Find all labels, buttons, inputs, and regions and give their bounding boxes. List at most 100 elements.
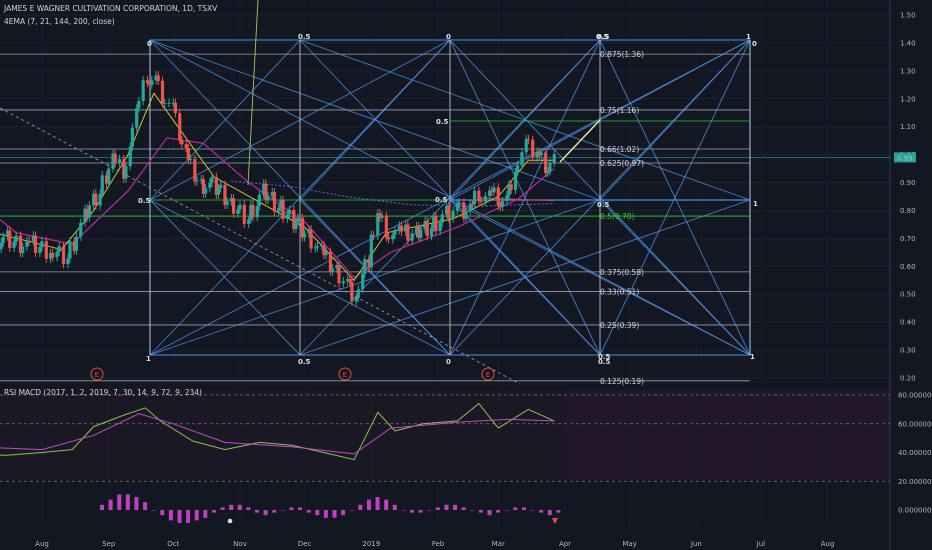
gann-label: 0 bbox=[446, 33, 451, 41]
y-tick-label: 0.20 bbox=[900, 375, 916, 383]
candle-body bbox=[51, 252, 55, 258]
macd-hist-bar bbox=[108, 499, 113, 510]
candle-body bbox=[386, 237, 391, 240]
candle-body bbox=[150, 80, 154, 85]
macd-hist-bar bbox=[237, 504, 242, 510]
gann-label: 0.5 bbox=[597, 33, 610, 41]
y-tick-label: 1.40 bbox=[900, 39, 916, 47]
macd-hist-bar bbox=[160, 510, 165, 516]
y-tick-label: 1.20 bbox=[900, 95, 916, 103]
gann-label: 0 bbox=[752, 40, 757, 48]
candle-body bbox=[94, 193, 98, 206]
macd-hist-bar bbox=[280, 510, 285, 511]
candle-body bbox=[184, 144, 188, 148]
x-tick-label: Feb bbox=[432, 540, 445, 548]
candle-body bbox=[455, 203, 459, 211]
price-chart[interactable]: 00.5 0 0.5 101 0.5 0 0.510.50.50.5 10.50.50.5 0… bbox=[0, 0, 932, 550]
macd-hist-bar bbox=[478, 510, 483, 513]
macd-hist-bar bbox=[384, 499, 389, 510]
candle-body bbox=[546, 171, 550, 174]
last-price-label: 0.99 bbox=[897, 154, 913, 162]
candle-body bbox=[500, 201, 505, 207]
y-tick-label: 0.80 bbox=[900, 207, 916, 215]
macd-hist-bar bbox=[220, 507, 225, 510]
macd-hist-bar bbox=[461, 507, 466, 510]
candle-body bbox=[163, 103, 167, 105]
candle-body bbox=[438, 222, 442, 232]
y-tick-label: 0.40 bbox=[900, 319, 916, 327]
macd-hist-bar bbox=[194, 510, 199, 521]
candle-body bbox=[337, 265, 341, 284]
candle-body bbox=[380, 215, 384, 218]
candle-body bbox=[0, 242, 3, 249]
candle-body bbox=[496, 187, 500, 206]
candle-body bbox=[447, 205, 451, 219]
macd-hist-bar bbox=[151, 510, 156, 511]
rsi-tick-label: 80.000000 bbox=[898, 392, 932, 400]
x-tick-label: Jun bbox=[690, 540, 702, 548]
candle-body bbox=[180, 140, 184, 145]
candle-body bbox=[68, 241, 72, 259]
rsi-tick-label: 40.000000 bbox=[898, 449, 932, 457]
macd-hist-bar bbox=[315, 510, 320, 516]
candle-body bbox=[371, 234, 376, 236]
fib-label: 0.75(1.16) bbox=[600, 106, 639, 115]
candle-body bbox=[135, 108, 139, 128]
candle-body bbox=[516, 165, 520, 172]
event-marker-label: E bbox=[95, 371, 99, 379]
macd-hist-bar bbox=[530, 510, 535, 511]
candle-body bbox=[238, 204, 242, 210]
x-tick-label: Oct bbox=[167, 540, 179, 548]
candle-body bbox=[210, 176, 214, 183]
candle-body bbox=[21, 246, 25, 253]
chart-title: JAMES E WAGNER CULTIVATION CORPORATION, … bbox=[4, 4, 218, 13]
candle-body bbox=[231, 198, 236, 214]
candle-body bbox=[124, 166, 128, 179]
candle-body bbox=[242, 204, 246, 224]
macd-hist-bar bbox=[392, 504, 397, 510]
candle-body bbox=[33, 235, 38, 254]
macd-hist-bar bbox=[470, 510, 475, 511]
macd-hist-bar bbox=[255, 510, 259, 513]
candle-body bbox=[55, 251, 59, 258]
macd-hist-bar bbox=[125, 494, 130, 510]
signal-dot-icon bbox=[227, 518, 233, 524]
candle-body bbox=[74, 236, 79, 251]
candle-body bbox=[513, 171, 518, 190]
candle-body bbox=[399, 225, 404, 232]
signal-triangle-icon bbox=[552, 518, 558, 524]
candle-body bbox=[468, 203, 472, 212]
candle-body bbox=[363, 259, 367, 275]
x-tick-label: Apr bbox=[559, 540, 571, 548]
rsi-tick-label: 20.000000 bbox=[898, 478, 932, 486]
rsi-history-bg bbox=[0, 390, 565, 480]
fib-label: 0.875(1.36) bbox=[600, 50, 644, 59]
candle-body bbox=[128, 146, 132, 167]
event-marker-label: E bbox=[486, 371, 490, 379]
candle-body bbox=[216, 188, 221, 195]
candle-body bbox=[330, 268, 335, 272]
macd-hist-bar bbox=[229, 504, 234, 510]
macd-hist-bar bbox=[177, 510, 182, 523]
macd-hist-bar bbox=[298, 507, 303, 510]
gann-label: 0.5 bbox=[598, 353, 611, 361]
candle-body bbox=[100, 175, 104, 194]
candle-body bbox=[341, 281, 345, 284]
fib-label: 0.625(0.97) bbox=[600, 159, 644, 168]
x-tick-label: Dec bbox=[298, 540, 312, 548]
candle-body bbox=[225, 201, 229, 205]
y-tick-label: 0.50 bbox=[900, 291, 916, 299]
candle-body bbox=[57, 246, 61, 252]
candle-body bbox=[479, 200, 483, 202]
y-tick-label: 0.90 bbox=[900, 179, 916, 187]
fib-label: 0.25(0.39) bbox=[600, 321, 639, 330]
gann-label: 1 bbox=[146, 355, 151, 363]
macd-hist-bar bbox=[487, 510, 492, 516]
fib-label: 0.125(0.19) bbox=[600, 377, 644, 386]
candle-body bbox=[156, 75, 160, 81]
candle-body bbox=[160, 80, 165, 104]
macd-hist-bar bbox=[211, 510, 216, 513]
x-tick-label: Jul bbox=[756, 540, 766, 548]
candle-body bbox=[509, 184, 513, 190]
gann-label: 0 bbox=[147, 40, 152, 48]
